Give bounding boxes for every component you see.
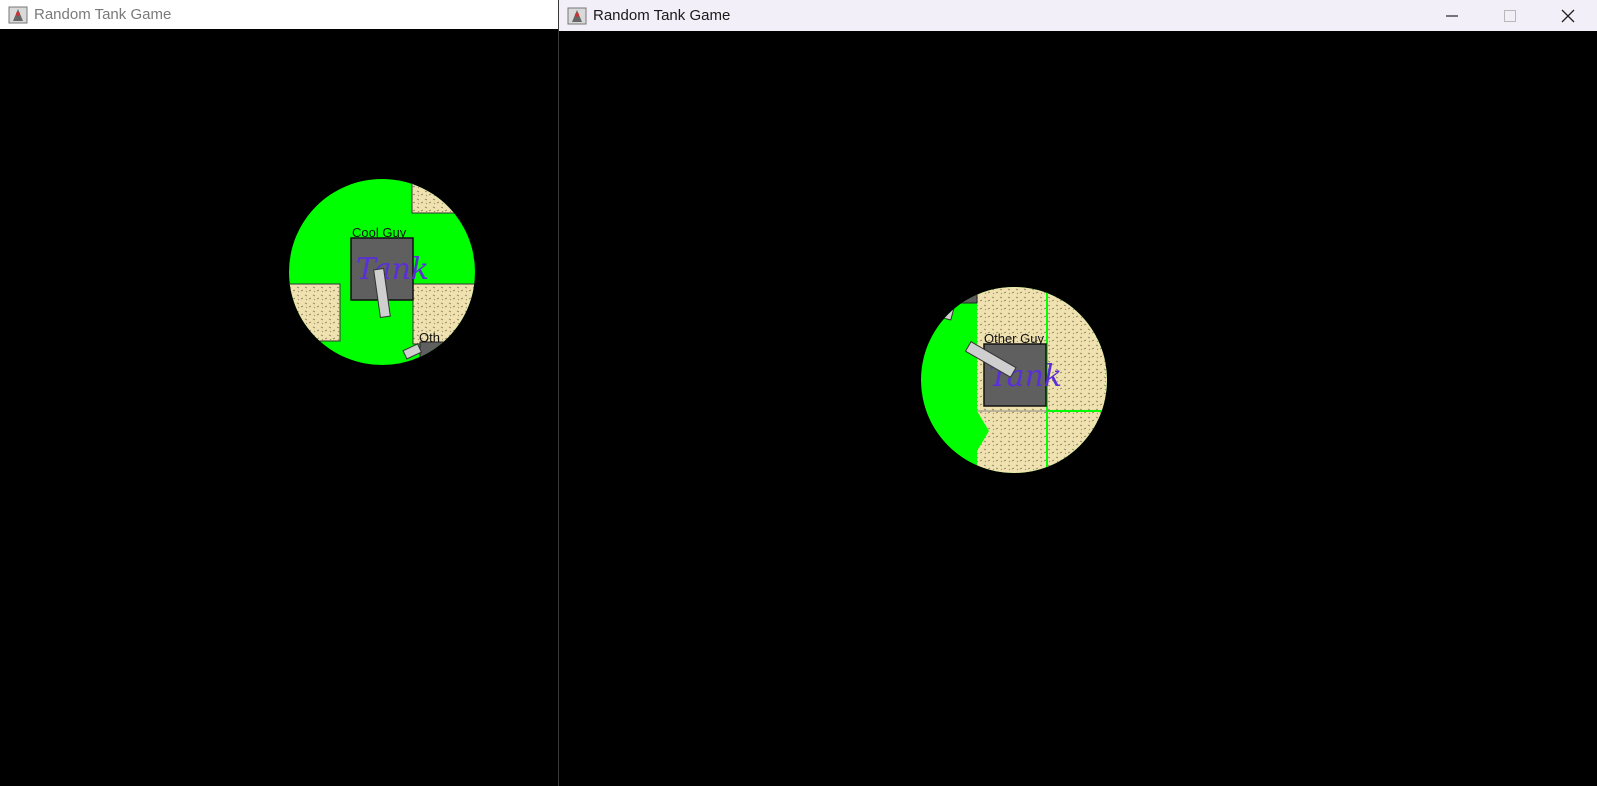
minimize-icon bbox=[1446, 14, 1458, 17]
title-bar[interactable]: Random Tank Game bbox=[559, 0, 1597, 31]
enemy-label: Oth bbox=[419, 330, 440, 345]
game-window-right: Random Tank Game Other Guy Tank bbox=[558, 0, 1597, 786]
window-controls bbox=[1423, 0, 1597, 31]
window-title: Random Tank Game bbox=[593, 7, 731, 24]
window-title: Random Tank Game bbox=[34, 6, 172, 23]
minimize-button[interactable] bbox=[1423, 0, 1481, 31]
close-button[interactable] bbox=[1539, 0, 1597, 31]
vision-map: Other Guy Tank bbox=[921, 287, 1107, 473]
game-canvas[interactable]: Other Guy Tank bbox=[559, 31, 1597, 786]
app-icon bbox=[8, 6, 28, 23]
enemy-tank-body bbox=[419, 341, 451, 363]
app-icon bbox=[567, 7, 587, 24]
sand-tile bbox=[411, 179, 475, 214]
tank-text: Tank bbox=[356, 252, 429, 287]
maximize-icon bbox=[1504, 9, 1516, 22]
enemy-tank-body bbox=[946, 287, 978, 304]
vision-map: Oth Cool Guy Tank bbox=[289, 179, 475, 365]
game-window-left: Random Tank Game Oth Cool Guy Tank bbox=[0, 0, 558, 786]
title-bar[interactable]: Random Tank Game bbox=[0, 0, 558, 29]
game-canvas[interactable]: Oth Cool Guy Tank bbox=[0, 29, 558, 786]
maximize-button[interactable] bbox=[1481, 0, 1539, 31]
sand-tile bbox=[289, 283, 341, 342]
close-icon bbox=[1561, 9, 1575, 22]
